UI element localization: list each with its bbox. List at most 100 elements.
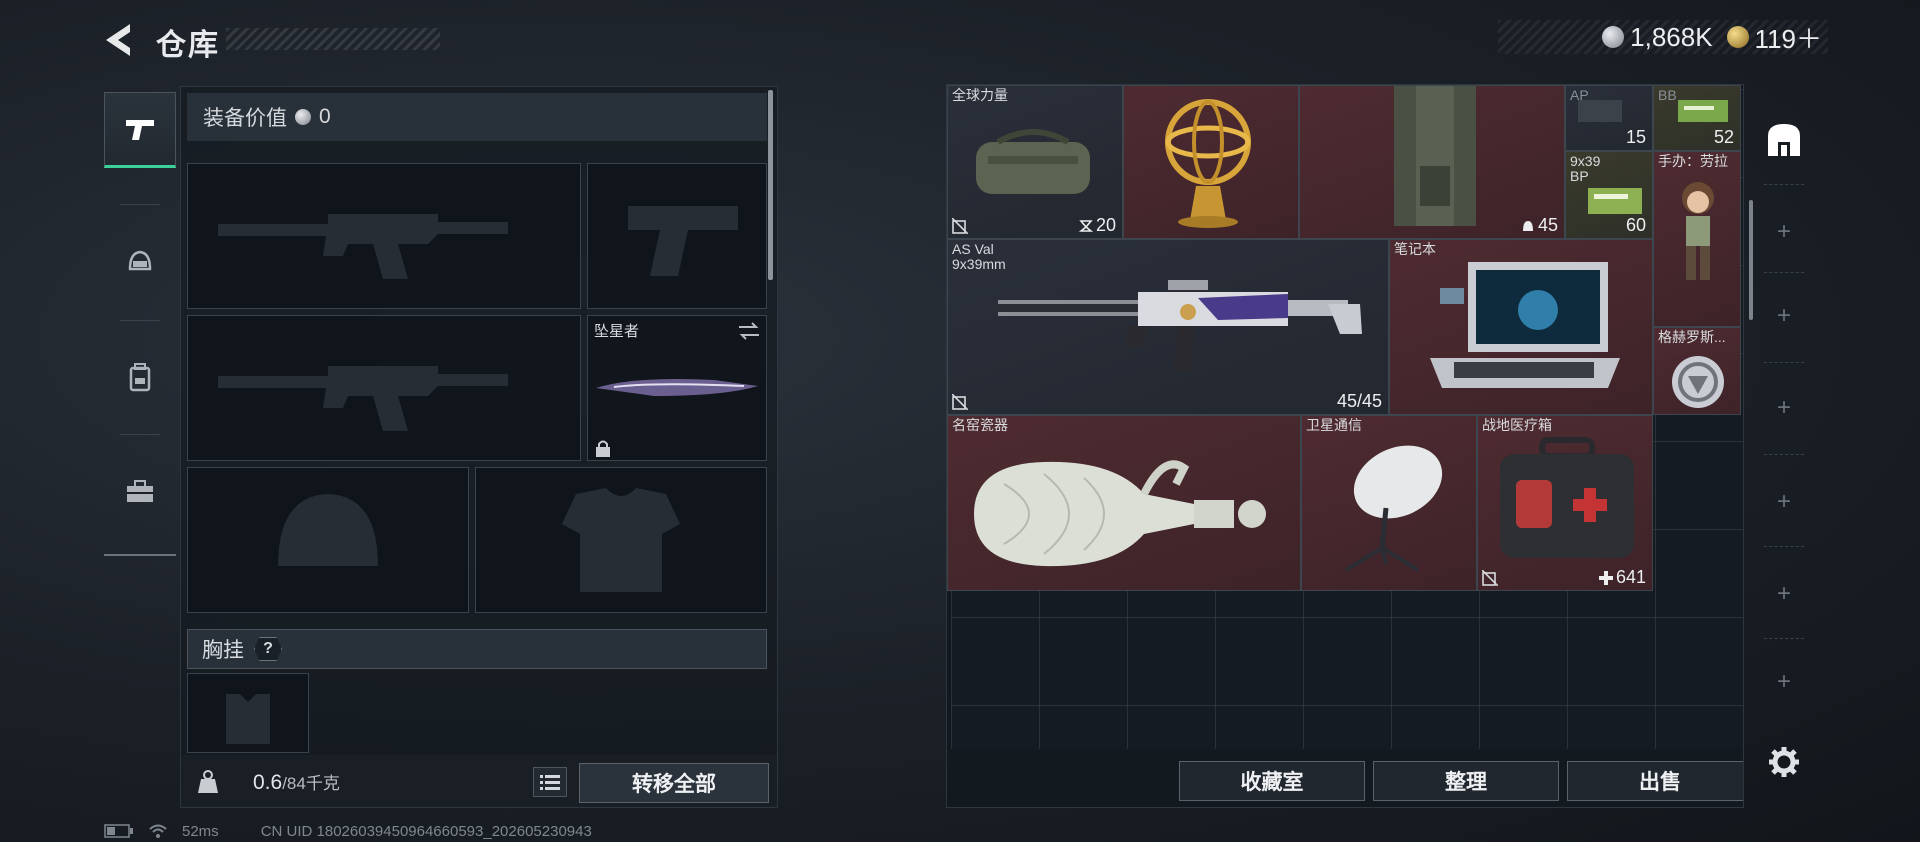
loadout-scrollbar[interactable]: [768, 90, 773, 280]
backpack-icon: [129, 363, 151, 392]
stash-item-bp-ammo[interactable]: 9x39 BP 60: [1565, 151, 1653, 239]
main-stash-button[interactable]: [1754, 110, 1814, 170]
weight-max: /84千克: [282, 774, 340, 793]
first-aid-kit-art: [1500, 437, 1634, 558]
item-label: 全球力量: [952, 87, 1008, 103]
chest-rig-slot[interactable]: [187, 673, 309, 753]
stash-item-figure[interactable]: 手办：劳拉: [1653, 151, 1741, 327]
sort-button[interactable]: 整理: [1373, 761, 1559, 801]
stash-item-hermes[interactable]: 格赫罗斯...: [1653, 327, 1741, 415]
lock-icon: [596, 440, 610, 457]
warehouse-icon: [1768, 124, 1800, 156]
pistol-slot[interactable]: [587, 163, 767, 309]
stash-item-ap-ammo[interactable]: AP 15: [1565, 85, 1653, 151]
item-count: 15: [1625, 127, 1646, 147]
add-stash-page-button[interactable]: +: [1754, 212, 1814, 252]
item-label: 手办：劳拉: [1658, 153, 1728, 169]
tab-weapons[interactable]: [104, 92, 176, 168]
item-count: 641: [1598, 567, 1646, 588]
no-insurance-icon: [1482, 570, 1498, 586]
primary-weapon-slot[interactable]: [187, 163, 581, 309]
add-stash-page-button[interactable]: +: [1754, 482, 1814, 522]
list-view-button[interactable]: [533, 767, 567, 797]
pistol-silhouette-icon: [628, 206, 738, 276]
toolbox-icon: [127, 480, 153, 502]
gold-coin-icon: [1726, 26, 1749, 48]
weight-current: 0.6: [253, 771, 283, 794]
item-label: 笔记本: [1394, 241, 1436, 257]
item-count: 20: [1078, 215, 1116, 236]
weight-icon: [189, 763, 227, 801]
currency-bar: 1,868K 119＋: [1498, 20, 1828, 54]
add-stash-page-button[interactable]: +: [1754, 296, 1814, 336]
tab-helmet[interactable]: [104, 224, 176, 300]
wifi-icon: [149, 824, 167, 838]
stash-panel: 全球力量 20 45 AP 15 BB 52 9x39 BP 60 手办：劳拉 …: [946, 84, 1744, 808]
silver-coin-icon: [1602, 26, 1625, 48]
gold-amount: 119＋: [1754, 23, 1822, 54]
stash-item-bb-ammo[interactable]: BB 52: [1653, 85, 1741, 151]
stash-item-as-val[interactable]: AS Val 9x39mm 45/45: [947, 239, 1389, 415]
swap-icon[interactable]: [736, 320, 762, 342]
stash-item-vase[interactable]: 名窑瓷器: [947, 415, 1301, 591]
collection-room-button[interactable]: 收藏室: [1179, 761, 1365, 801]
page-title: 仓库: [156, 29, 220, 62]
sell-button[interactable]: 出售: [1567, 761, 1743, 801]
ammo-box-icon: [1678, 100, 1728, 122]
item-count: 45/45: [1336, 391, 1382, 411]
stash-item-global-force[interactable]: 全球力量 20: [947, 85, 1123, 239]
rifle-silhouette-icon: [218, 214, 508, 279]
help-icon[interactable]: ?: [254, 637, 282, 661]
health-icon: [1598, 570, 1613, 585]
uid-readout: CN UID 18026039450964660593_202605230943: [260, 822, 592, 840]
tab-case[interactable]: [104, 454, 176, 530]
stash-item-laptop[interactable]: 笔记本: [1389, 239, 1653, 415]
melee-slot-label: 坠星者: [594, 323, 640, 340]
stash-page-rail: + + + + + +: [1754, 88, 1814, 808]
item-label: 格赫罗斯...: [1658, 329, 1726, 345]
add-stash-page-button[interactable]: +: [1754, 388, 1814, 428]
tab-backpack[interactable]: [104, 340, 176, 416]
loadout-footer: 0.6/84千克 转移全部: [181, 755, 777, 807]
stash-grid: 全球力量 20 45 AP 15 BB 52 9x39 BP 60 手办：劳拉 …: [947, 85, 1743, 749]
transfer-all-button[interactable]: 转移全部: [579, 763, 769, 803]
helmet-icon: [128, 250, 152, 271]
title-decoration: [226, 28, 440, 50]
helmet-slot[interactable]: [187, 467, 469, 613]
no-insurance-icon: [952, 394, 968, 410]
rifle-silhouette-icon: [218, 366, 508, 431]
gear-icon: [1769, 747, 1799, 777]
battery-icon: [104, 824, 133, 838]
stash-footer: 收藏室 整理 出售: [947, 749, 1743, 807]
tactical-vest-art: [1394, 86, 1476, 226]
satellite-dish-art: [1344, 445, 1443, 572]
settings-button[interactable]: [1754, 732, 1814, 792]
side-tabs: [104, 84, 176, 556]
armor-slot[interactable]: [475, 467, 767, 613]
item-label: 战地医疗箱: [1482, 417, 1552, 433]
back-button[interactable]: [100, 20, 140, 60]
add-stash-page-button[interactable]: +: [1754, 662, 1814, 702]
stash-item-satellite[interactable]: 卫星通信: [1301, 415, 1477, 591]
armor-silhouette-icon: [562, 488, 680, 592]
tabs-divider: [104, 554, 176, 556]
currency-gold[interactable]: 119＋: [1726, 19, 1822, 56]
stash-scrollbar[interactable]: [1749, 200, 1753, 320]
armor-level-icon: [1522, 220, 1533, 231]
laptop-art: [1430, 262, 1620, 388]
stash-item-vest[interactable]: 45: [1299, 85, 1565, 239]
ping-readout: 52ms: [182, 822, 219, 840]
stash-item-armillary[interactable]: [1123, 85, 1299, 239]
chest-rig-header: 胸挂 ?: [187, 629, 767, 669]
stash-item-medkit[interactable]: 战地医疗箱 641: [1477, 415, 1653, 591]
secondary-weapon-slot[interactable]: [187, 315, 581, 461]
knife-art: [596, 379, 758, 396]
item-count: 45: [1521, 215, 1558, 236]
currency-silver[interactable]: 1,868K: [1602, 22, 1713, 53]
armillary-sphere-art: [1165, 99, 1251, 228]
status-bar: 52ms CN UID 18026039450964660593_2026052…: [104, 822, 592, 840]
helmet-silhouette-icon: [278, 494, 378, 566]
melee-slot[interactable]: 坠星者: [587, 315, 767, 461]
item-label: 卫星通信: [1306, 417, 1362, 433]
add-stash-page-button[interactable]: +: [1754, 574, 1814, 614]
